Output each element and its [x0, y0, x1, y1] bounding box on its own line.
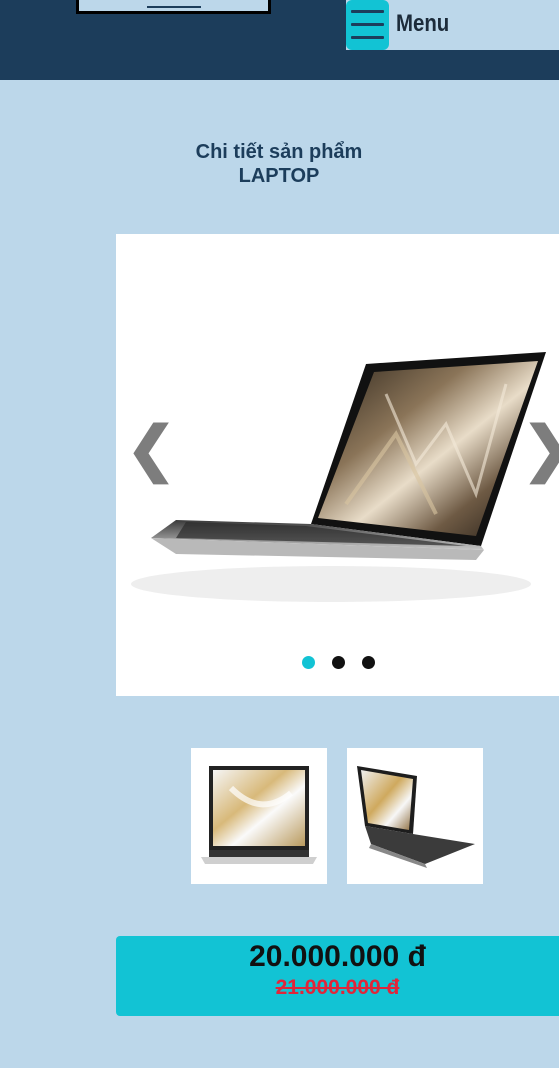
menu-container: Menu — [346, 0, 559, 50]
carousel-dot-2[interactable] — [332, 656, 345, 669]
laptop-image — [131, 352, 546, 602]
carousel-dot-3[interactable] — [362, 656, 375, 669]
laptop-angle-image — [357, 766, 475, 868]
header: Menu — [0, 0, 559, 80]
laptop-front-image — [201, 766, 317, 864]
hamburger-menu-button[interactable] — [346, 0, 389, 50]
thumbnail-2[interactable] — [347, 748, 483, 884]
thumbnail-1[interactable] — [191, 748, 327, 884]
product-carousel: ❮ ❯ — [116, 234, 559, 696]
price-box: 20.000.000 đ 21.000.000 đ — [116, 936, 559, 1016]
current-price: 20.000.000 đ — [249, 940, 426, 973]
old-price: 21.000.000 đ — [275, 976, 400, 999]
menu-label[interactable]: Menu — [396, 10, 449, 38]
carousel-next-button[interactable]: ❯ — [522, 414, 559, 484]
product-category: LAPTOP — [238, 165, 320, 187]
logo[interactable] — [76, 0, 271, 14]
page-title: Chi tiết sản phẩm — [195, 141, 363, 163]
carousel-prev-button[interactable]: ❮ — [126, 414, 176, 484]
hamburger-icon — [351, 10, 384, 13]
carousel-dot-1[interactable] — [302, 656, 315, 669]
